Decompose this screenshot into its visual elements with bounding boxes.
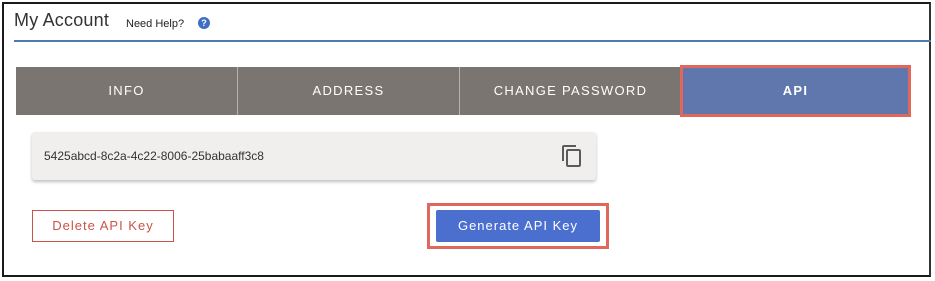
delete-api-key-button[interactable]: Delete API Key: [32, 210, 174, 242]
tab-address[interactable]: ADDRESS: [238, 67, 460, 115]
tab-change-password[interactable]: CHANGE PASSWORD: [460, 67, 682, 115]
tab-info[interactable]: INFO: [16, 67, 238, 115]
help-icon[interactable]: ?: [198, 17, 210, 29]
page-header: My Account Need Help? ?: [14, 10, 931, 42]
account-tabs: INFO ADDRESS CHANGE PASSWORD API: [16, 65, 911, 117]
need-help-link[interactable]: Need Help?: [126, 18, 184, 30]
copy-icon[interactable]: [560, 144, 584, 168]
tab-api[interactable]: API: [680, 65, 911, 117]
api-key-value: 5425abcd-8c2a-4c22-8006-25babaaff3c8: [44, 149, 264, 163]
generate-api-key-button[interactable]: Generate API Key: [436, 210, 600, 242]
api-key-field: 5425abcd-8c2a-4c22-8006-25babaaff3c8: [32, 132, 596, 180]
page-title: My Account: [14, 10, 110, 30]
